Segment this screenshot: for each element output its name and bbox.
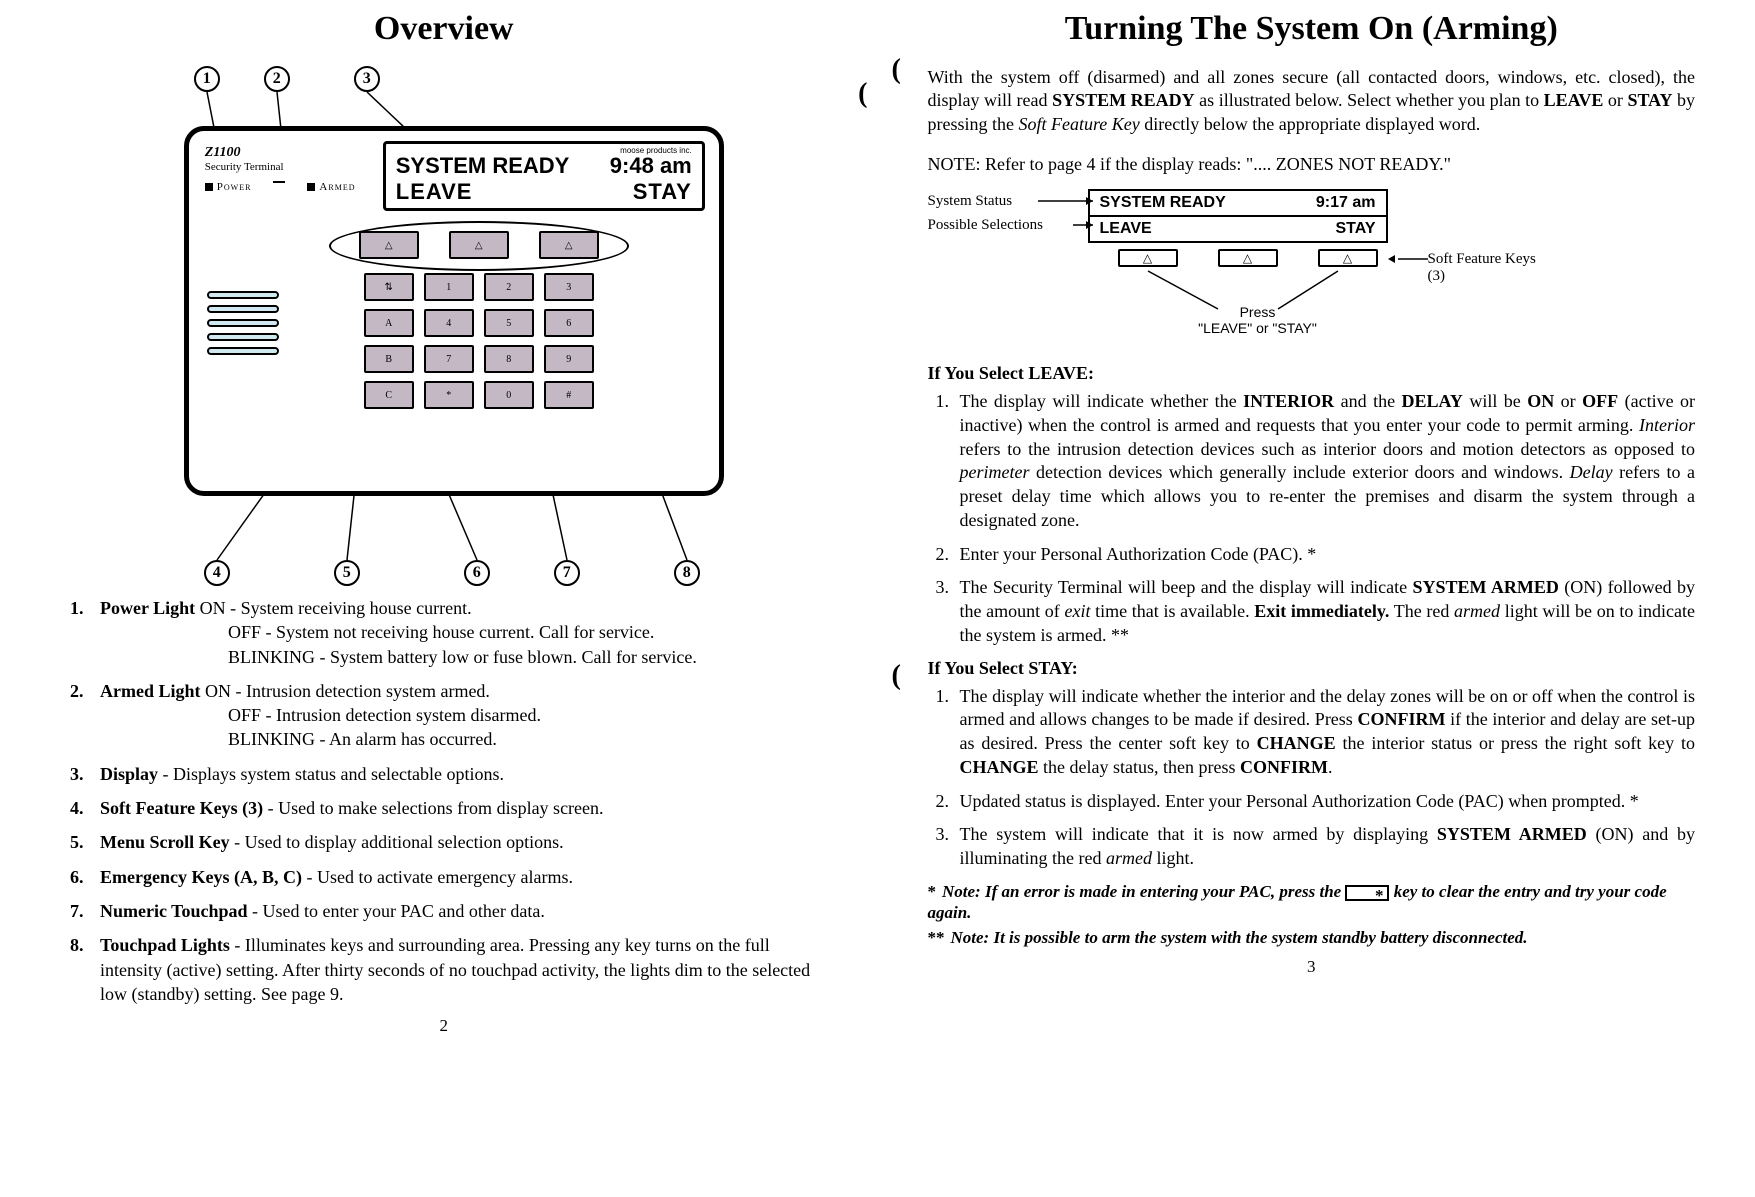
key-9: 9 [544, 345, 594, 373]
step-item: The system will indicate that it is now … [954, 823, 1696, 871]
callout-8: 8 [674, 560, 700, 586]
page-number-left: 2 [60, 1016, 828, 1036]
terminal-diagram: 1 2 3 4 5 6 7 8 Z [134, 66, 754, 586]
page-number-right: 3 [928, 957, 1696, 977]
indicator-armed: Armed [319, 181, 355, 193]
keypad: △ △ △ ⇅ 1 2 3 A 4 5 [339, 231, 619, 417]
step-item: The Security Terminal will beep and the … [954, 576, 1696, 647]
callout-7: 7 [554, 560, 580, 586]
key-star: * [424, 381, 474, 409]
emergency-key-b: B [364, 345, 414, 373]
lcd-time: 9:48 am [610, 153, 692, 179]
lcd-status: SYSTEM READY [396, 153, 570, 179]
emergency-key-a: A [364, 309, 414, 337]
key-0: 0 [484, 381, 534, 409]
page-title-right: Turning The System On (Arming) [928, 10, 1696, 48]
footnote-2: **Note: It is possible to arm the system… [928, 927, 1696, 948]
terminal-lcd: moose products inc. SYSTEM READY 9:48 am… [383, 141, 705, 211]
callout-4: 4 [204, 560, 230, 586]
step-item: The display will indicate whether the IN… [954, 390, 1696, 533]
terminal-id-panel: Z1100 Security Terminal Power Armed [203, 141, 373, 211]
key-7: 7 [424, 345, 474, 373]
callout-1: 1 [194, 66, 220, 92]
key-3: 3 [544, 273, 594, 301]
clear-key-icon [1345, 885, 1389, 901]
speaker-grille [207, 291, 279, 355]
mini-softkey-2: △ [1218, 249, 1278, 267]
softkey-2: △ [449, 231, 509, 259]
mini-lcd: SYSTEM READY 9:17 am LEAVE STAY [1088, 189, 1388, 243]
key-4: 4 [424, 309, 474, 337]
softkey-3: △ [539, 231, 599, 259]
stay-steps: The display will indicate whether the in… [954, 685, 1696, 871]
overview-item: 3.Display - Displays system status and s… [70, 762, 828, 786]
indicator-power: Power [217, 181, 252, 193]
intro-paragraph: With the system off (disarmed) and all z… [928, 66, 1696, 136]
overview-item: 6.Emergency Keys (A, B, C) - Used to act… [70, 865, 828, 889]
subhead-stay: If You Select STAY: [928, 658, 1696, 679]
mini-label-softkeys: Soft Feature Keys (3) [1428, 251, 1548, 285]
emergency-key-c: C [364, 381, 414, 409]
mini-softkey-1: △ [1118, 249, 1178, 267]
callout-3: 3 [354, 66, 380, 92]
brand-sub: Security Terminal [205, 161, 371, 173]
overview-item: 7.Numeric Touchpad - Used to enter your … [70, 899, 828, 923]
mini-opt-stay: STAY [1335, 220, 1375, 238]
note-line: NOTE: Refer to page 4 if the display rea… [928, 154, 1696, 175]
lcd-opt-leave: LEAVE [396, 179, 473, 205]
key-5: 5 [484, 309, 534, 337]
scan-paren-1: ( [858, 78, 867, 110]
brand-model: Z1100 [205, 145, 371, 161]
callout-2: 2 [264, 66, 290, 92]
mini-diagram: System Status Possible Selections SYSTEM… [928, 189, 1548, 349]
key-2: 2 [484, 273, 534, 301]
overview-item: 8.Touchpad Lights - Illuminates keys and… [70, 933, 828, 1006]
subhead-leave: If You Select LEAVE: [928, 363, 1696, 384]
leave-steps: The display will indicate whether the IN… [954, 390, 1696, 648]
overview-item: 5.Menu Scroll Key - Used to display addi… [70, 830, 828, 854]
lcd-opt-stay: STAY [633, 179, 692, 205]
scan-paren-3: ( [892, 660, 901, 692]
key-1: 1 [424, 273, 474, 301]
softkey-1: △ [359, 231, 419, 259]
callout-6: 6 [464, 560, 490, 586]
overview-item: 4.Soft Feature Keys (3) - Used to make s… [70, 796, 828, 820]
step-item: Updated status is displayed. Enter your … [954, 790, 1696, 814]
key-hash: # [544, 381, 594, 409]
key-6: 6 [544, 309, 594, 337]
step-item: Enter your Personal Authorization Code (… [954, 543, 1696, 567]
overview-item: 1.Power Light ON - System receiving hous… [70, 596, 828, 669]
page-left: Overview ( 1 2 3 4 5 6 7 8 [0, 0, 888, 1197]
scan-paren-2: ( [892, 54, 901, 86]
menu-scroll-key: ⇅ [364, 273, 414, 301]
mini-status: SYSTEM READY [1100, 194, 1226, 212]
overview-list: 1.Power Light ON - System receiving hous… [70, 596, 828, 1006]
callout-5: 5 [334, 560, 360, 586]
mini-softkey-3: △ [1318, 249, 1378, 267]
step-item: The display will indicate whether the in… [954, 685, 1696, 780]
mini-label-selections: Possible Selections [928, 217, 1043, 234]
mini-press-label: Press "LEAVE" or "STAY" [1188, 304, 1328, 336]
page-title-left: Overview [60, 10, 828, 48]
overview-item: 2.Armed Light ON - Intrusion detection s… [70, 679, 828, 752]
key-8: 8 [484, 345, 534, 373]
mini-label-status: System Status [928, 193, 1013, 210]
mini-opt-leave: LEAVE [1100, 220, 1152, 238]
mini-time: 9:17 am [1316, 194, 1376, 212]
footnote-1: *Note: If an error is made in entering y… [928, 881, 1696, 924]
page-right: Turning The System On (Arming) ( ( With … [888, 0, 1755, 1197]
terminal-body: Z1100 Security Terminal Power Armed moos… [184, 126, 724, 496]
